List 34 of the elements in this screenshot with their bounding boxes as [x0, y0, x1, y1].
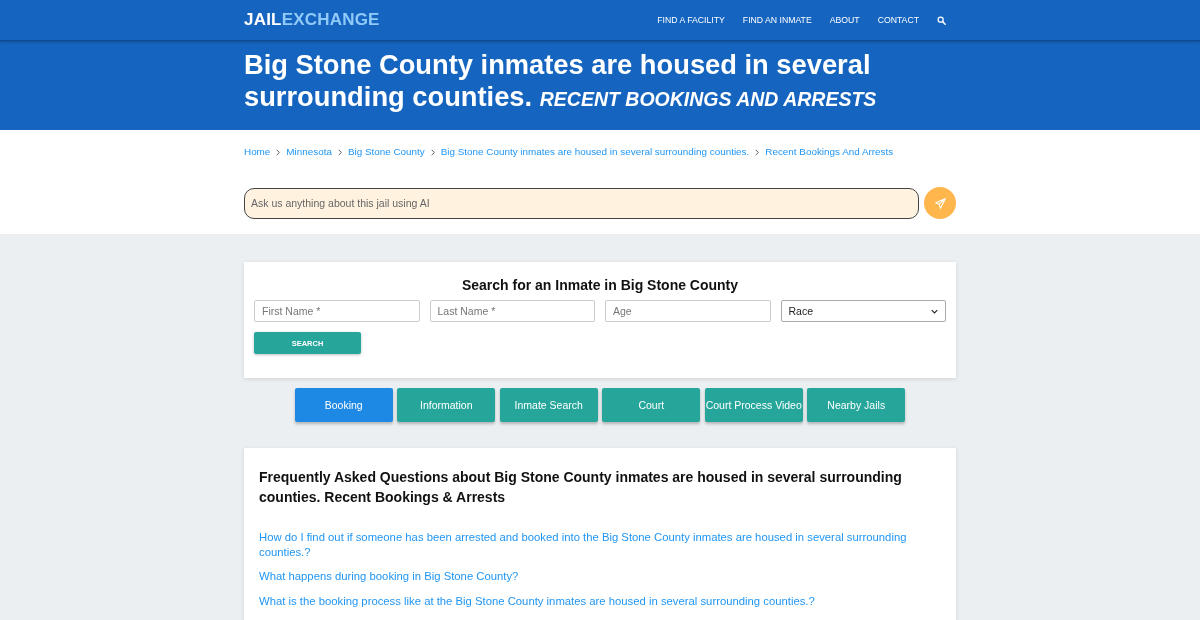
- page-title: Big Stone County inmates are housed in several surrounding counties. RECENT BOOKINGS AND ARRESTS: [244, 49, 878, 114]
- faq-link[interactable]: What happens during booking in Big Stone County?: [259, 569, 941, 584]
- chevron-right-icon: [337, 148, 342, 156]
- tab[interactable]: Booking: [294, 388, 393, 422]
- chevron-down-icon: [931, 308, 938, 314]
- chevron-right-icon: [430, 148, 435, 156]
- ai-question-field[interactable]: Ask us anything about this jail using AI: [244, 187, 919, 219]
- faq-link[interactable]: What is the booking process like at the Big Stone County inmates are housed in several surrounding counties.?: [259, 593, 941, 608]
- paper-plane-icon: [934, 197, 946, 209]
- breadcrumb-link[interactable]: Home: [244, 144, 271, 160]
- chevron-right-icon: [755, 148, 760, 156]
- tab[interactable]: Inmate Search: [499, 388, 598, 422]
- nav-link[interactable]: CONTACT: [877, 15, 919, 25]
- faq-link[interactable]: How do I find out if someone has been arrested and booked into the Big Stone County inmates are housed in several surrounding counties.?: [259, 530, 941, 559]
- select-field[interactable]: Race: [780, 300, 946, 322]
- input-field[interactable]: First Name *: [254, 300, 420, 322]
- breadcrumb-link[interactable]: Big Stone County: [347, 144, 425, 160]
- chevron-right-icon: [276, 148, 281, 156]
- nav-link[interactable]: ABOUT: [829, 15, 860, 25]
- logo[interactable]: JAILEXCHANGE: [244, 10, 380, 30]
- breadcrumb-link[interactable]: Big Stone County inmates are housed in several surrounding counties.: [440, 144, 750, 160]
- nav-link[interactable]: FIND A FACILITY: [657, 15, 725, 25]
- search-icon[interactable]: [937, 15, 946, 25]
- breadcrumb-link[interactable]: Minnesota: [286, 144, 332, 160]
- input-field[interactable]: Last Name *: [429, 300, 595, 322]
- tab[interactable]: Court Process Video: [704, 388, 803, 422]
- tab[interactable]: Nearby Jails: [807, 388, 906, 422]
- tab[interactable]: Court: [602, 388, 701, 422]
- nav-link[interactable]: FIND AN INMATE: [742, 15, 812, 25]
- input-field[interactable]: Age: [605, 300, 771, 322]
- faq-heading: Frequently Asked Questions about Big Stone County inmates are housed in several surrounding counties. Recent Bookings & Arrests: [259, 468, 903, 507]
- tab[interactable]: Information: [397, 388, 496, 422]
- breadcrumb-link[interactable]: Recent Bookings And Arrests: [765, 144, 894, 160]
- search-title: Search for an Inmate in Big Stone County: [460, 276, 740, 295]
